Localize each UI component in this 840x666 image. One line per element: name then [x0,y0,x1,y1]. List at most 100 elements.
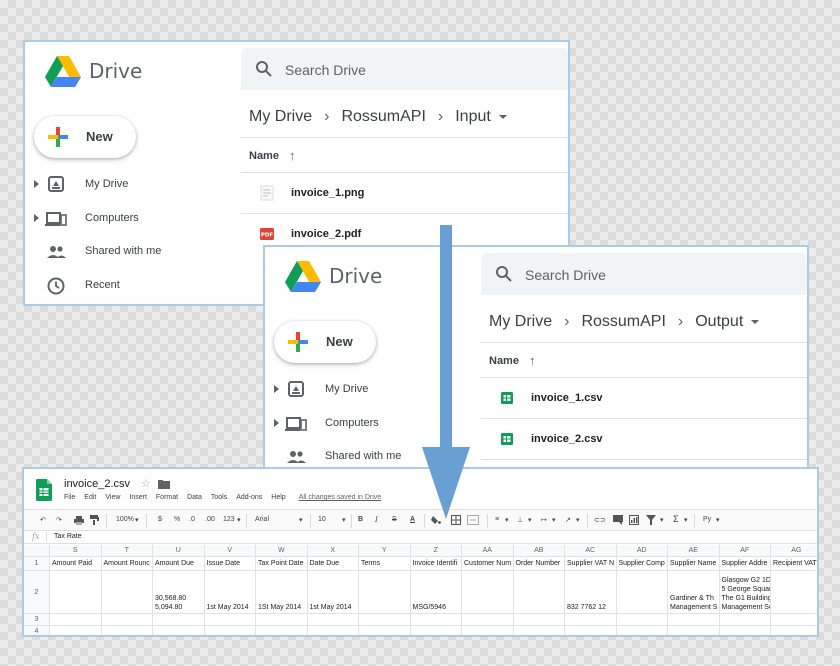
table-cell[interactable] [771,614,817,626]
insert-link-icon[interactable]: ⊂⊃ [594,516,606,524]
dropdown-arrow-icon[interactable] [498,115,507,119]
row-header[interactable]: 1 [24,557,50,571]
table-cell[interactable] [462,626,514,635]
table-cell[interactable]: Glasgow G2 1DY 5 George Square The G1 Buil… [719,571,771,614]
table-cell[interactable]: Amount Due [153,557,205,571]
table-cell[interactable]: 1st May 2014 [307,571,359,614]
table-cell[interactable] [204,614,256,626]
table-cell[interactable] [513,571,565,614]
table-cell[interactable]: Amount Paid [50,557,102,571]
sidebar-item-shared[interactable]: Shared with me [25,237,243,267]
column-header[interactable]: U [153,545,205,557]
formula-bar[interactable]: fx Tax Rate [24,531,817,544]
table-cell[interactable]: 30,568.80 5,094.80 [153,571,205,614]
menu-file[interactable]: File [64,494,75,501]
table-cell[interactable] [668,626,720,635]
search-input[interactable]: Search Drive [481,253,807,295]
table-cell[interactable] [771,626,817,635]
column-header[interactable]: Y [359,545,411,557]
table-cell[interactable]: Supplier Name [668,557,720,571]
chevron-down-icon[interactable]: ▾ [660,516,664,524]
vertical-align-icon[interactable]: ⊥ [517,516,523,524]
new-button[interactable]: New [274,321,376,363]
column-header[interactable]: AC [565,545,617,557]
table-cell[interactable] [720,626,771,635]
table-cell[interactable] [359,614,411,626]
expand-caret-icon[interactable] [274,385,279,393]
chevron-down-icon[interactable]: ▾ [135,516,139,524]
search-input[interactable]: Search Drive [241,48,568,90]
table-cell[interactable]: Terms [359,557,411,571]
column-header[interactable]: S [50,545,102,557]
column-header[interactable]: T [101,545,153,557]
horizontal-align-icon[interactable]: ≡ [495,516,499,523]
sidebar-item-recent[interactable]: Recent [25,271,243,301]
zoom-select[interactable]: 100% [116,516,134,523]
new-button[interactable]: New [34,116,136,158]
dropdown-arrow-icon[interactable] [751,320,760,324]
name-column-header[interactable]: Name ↑ [489,353,535,368]
column-header[interactable]: Z [410,545,462,557]
table-cell[interactable] [102,626,153,635]
percent-format-button[interactable]: % [174,516,180,523]
table-cell[interactable] [514,626,565,635]
table-cell[interactable] [50,571,102,614]
column-header[interactable]: AD [616,545,668,557]
column-header[interactable]: V [204,545,256,557]
table-cell[interactable]: Amount Rounc [101,557,153,571]
chevron-down-icon[interactable]: ▾ [505,516,509,524]
table-cell[interactable] [462,614,514,626]
strikethrough-button[interactable]: S [392,516,397,523]
input-tools-button[interactable]: Py [703,516,711,523]
document-title[interactable]: invoice_2.csv [64,478,130,490]
chevron-down-icon[interactable]: ▾ [716,516,720,524]
column-header[interactable]: AB [513,545,565,557]
table-cell[interactable] [307,614,359,626]
table-cell[interactable]: Supplier Addre [719,557,771,571]
file-row[interactable]: invoice_1.png [241,173,568,213]
file-row[interactable]: invoice_2.csv [481,419,807,459]
table-cell[interactable] [101,571,153,614]
table-cell[interactable]: Invoice Identifi [410,557,462,571]
menu-addons[interactable]: Add-ons [236,494,262,501]
redo-icon[interactable]: ↷ [56,516,62,524]
breadcrumb-item[interactable]: RossumAPI [341,108,425,126]
sidebar-item-computers[interactable]: Computers [25,204,243,234]
column-header[interactable]: X [307,545,359,557]
chevron-down-icon[interactable]: ▾ [528,516,532,524]
menu-help[interactable]: Help [271,494,285,501]
select-all-corner[interactable] [24,545,50,557]
table-cell[interactable] [719,614,771,626]
undo-icon[interactable]: ↶ [40,516,46,524]
table-cell[interactable] [616,614,668,626]
table-cell[interactable]: Order Number [513,557,565,571]
table-cell[interactable]: Tax Point Date [256,557,308,571]
table-cell[interactable] [565,626,617,635]
table-cell[interactable]: 1St May 2014 [256,571,308,614]
print-icon[interactable] [74,516,84,525]
file-row[interactable]: invoice_1.csv [481,378,807,418]
decrease-decimal-button[interactable]: .0 [189,516,195,523]
table-cell[interactable] [50,614,102,626]
star-icon[interactable]: ☆ [141,477,151,490]
font-select[interactable]: Arial [255,516,269,523]
folder-icon[interactable] [158,479,170,489]
expand-caret-icon[interactable] [274,419,279,427]
chevron-down-icon[interactable]: ▾ [237,516,241,524]
table-cell[interactable] [205,626,256,635]
formula-value[interactable]: Tax Rate [54,533,82,540]
chevron-down-icon[interactable]: ▾ [299,516,303,524]
table-cell[interactable]: Gardiner & Th Management S [668,571,720,614]
menu-format[interactable]: Format [156,494,178,501]
menu-data[interactable]: Data [187,494,202,501]
table-cell[interactable] [256,626,308,635]
table-cell[interactable] [565,614,617,626]
table-cell[interactable] [668,614,720,626]
chevron-down-icon[interactable]: ▾ [552,516,556,524]
row-header[interactable]: 2 [24,571,50,614]
sidebar-item-my-drive[interactable]: My Drive [25,170,243,200]
table-cell[interactable]: 832 7762 12 [565,571,617,614]
breadcrumb-item[interactable]: My Drive [249,108,312,126]
table-cell[interactable]: Issue Date [204,557,256,571]
breadcrumb-item-current[interactable]: Output [695,313,743,331]
